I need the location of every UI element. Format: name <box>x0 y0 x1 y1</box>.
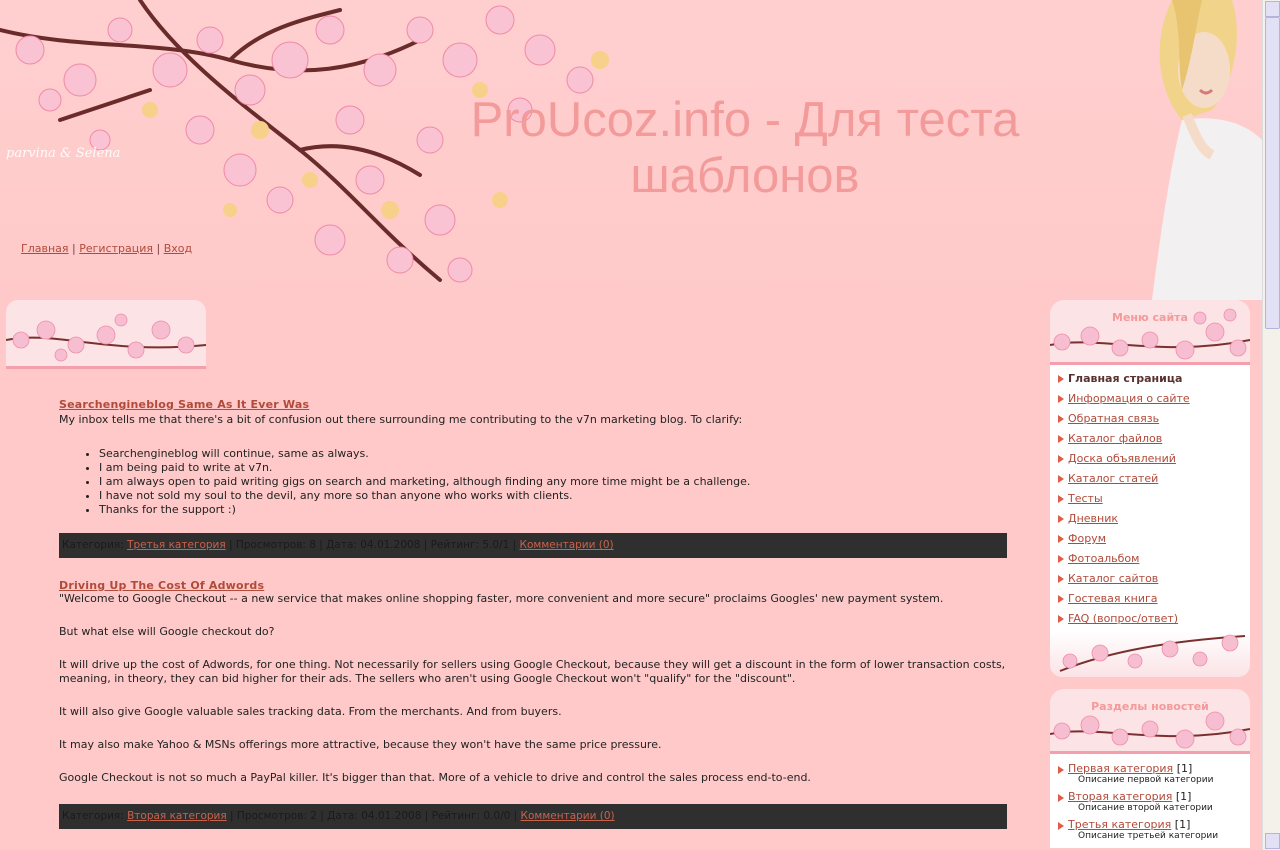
menu-link[interactable]: Каталог сайтов <box>1068 572 1158 585</box>
main-content: Searchengineblog Same As It Ever Was My … <box>59 398 1007 829</box>
blossom-decoration <box>6 313 206 362</box>
nav-separator: | <box>72 242 76 255</box>
news-category-item: Третья категория [1] Описание третьей ка… <box>1054 818 1250 841</box>
menu-link[interactable]: Обратная связь <box>1068 412 1159 425</box>
post-title: Searchengineblog Same As It Ever Was <box>59 398 1007 411</box>
category-label: Категория: <box>62 810 124 822</box>
nav-login-link[interactable]: Вход <box>164 242 192 255</box>
menu-item-guestbook: Гостевая книга <box>1054 589 1250 609</box>
site-title: ProUcoz.info - Для теста шаблонов <box>470 93 1020 203</box>
menu-link[interactable]: Каталог статей <box>1068 472 1158 485</box>
menu-link[interactable]: Доска объявлений <box>1068 452 1176 465</box>
menu-item-files: Каталог файлов <box>1054 429 1250 449</box>
scroll-up-arrow-icon[interactable] <box>1265 1 1280 17</box>
content-block-header <box>6 300 206 369</box>
post-title: Driving Up The Cost Of Adwords <box>59 579 1007 592</box>
news-sections-block: Разделы новостей Первая категория [1] Оп… <box>1050 689 1250 848</box>
nav-home-link[interactable]: Главная <box>21 242 69 255</box>
blossom-decoration <box>1050 711 1250 749</box>
site-menu-block: Меню сайта Главная страница Информация о… <box>1050 300 1250 677</box>
post-text: My inbox tells me that there's a bit of … <box>59 413 743 426</box>
menu-link[interactable]: FAQ (вопрос/ответ) <box>1068 612 1178 625</box>
post-body: "Welcome to Google Checkout -- a new ser… <box>59 592 1007 785</box>
menu-item-feedback: Обратная связь <box>1054 409 1250 429</box>
menu-link[interactable]: Гостевая книга <box>1068 592 1158 605</box>
news-category-list: Первая категория [1] Описание первой кат… <box>1050 754 1250 848</box>
post: Driving Up The Cost Of Adwords "Welcome … <box>59 579 1007 829</box>
post-text: "Welcome to Google Checkout -- a new ser… <box>59 592 944 605</box>
post-text: But what else will Google checkout do? <box>59 625 275 638</box>
menu-item-label: Главная страница <box>1068 372 1183 385</box>
news-category-link[interactable]: Вторая категория <box>1068 790 1172 803</box>
news-category-description: Описание второй категории <box>1078 803 1213 813</box>
post: Searchengineblog Same As It Ever Was My … <box>59 398 1007 558</box>
menu-item-articles: Каталог статей <box>1054 469 1250 489</box>
vertical-scrollbar[interactable] <box>1262 0 1280 850</box>
list-item: I am always open to paid writing gigs on… <box>99 475 1007 489</box>
post-text: Google Checkout is not so much a PayPal … <box>59 771 811 784</box>
menu-item-about: Информация о сайте <box>1054 389 1250 409</box>
menu-item-faq: FAQ (вопрос/ответ) <box>1054 609 1250 629</box>
category-link[interactable]: Вторая категория <box>127 810 227 822</box>
menu-list: Главная страница Информация о сайте Обра… <box>1050 365 1250 631</box>
post-stats: | Просмотров: 8 | Дата: 04.01.2008 | Рей… <box>229 539 517 551</box>
comments-link[interactable]: Комментарии (0) <box>521 810 615 822</box>
block-footer <box>1050 631 1250 677</box>
news-sections-title: Разделы новостей <box>1091 700 1209 713</box>
menu-title: Меню сайта <box>1112 311 1188 324</box>
news-category-link[interactable]: Первая категория <box>1068 762 1173 775</box>
post-meta-bar: Категория: Вторая категория | Просмотров… <box>59 804 1007 829</box>
nav-separator: | <box>156 242 161 255</box>
top-navigation: Главная | Регистрация | Вход <box>21 242 192 255</box>
news-category-link[interactable]: Третья категория <box>1068 818 1171 831</box>
menu-item-forum: Форум <box>1054 529 1250 549</box>
news-category-item: Вторая категория [1] Описание второй кат… <box>1054 790 1250 813</box>
menu-link[interactable]: Фотоальбом <box>1068 552 1139 565</box>
list-item: Thanks for the support :) <box>99 503 1007 517</box>
list-item: I am being paid to write at v7n. <box>99 461 1007 475</box>
list-item: I have not sold my soul to the devil, an… <box>99 489 1007 503</box>
post-list: Searchengineblog will continue, same as … <box>59 447 1007 517</box>
menu-link[interactable]: Информация о сайте <box>1068 392 1190 405</box>
scrollbar-thumb[interactable] <box>1265 17 1280 329</box>
scroll-down-arrow-icon[interactable] <box>1265 833 1280 849</box>
blossom-decoration <box>1050 308 1250 360</box>
news-category-description: Описание первой категории <box>1078 775 1214 785</box>
blossom-decoration <box>1059 634 1246 672</box>
menu-link[interactable]: Каталог файлов <box>1068 432 1162 445</box>
menu-item-photo: Фотоальбом <box>1054 549 1250 569</box>
post-stats: | Просмотров: 2 | Дата: 04.01.2008 | Рей… <box>230 810 518 822</box>
site-header: parvina & Selena ProUcoz.info - Для тест… <box>0 0 1262 300</box>
block-header: Меню сайта <box>1050 300 1250 365</box>
list-item: Searchengineblog will continue, same as … <box>99 447 1007 461</box>
nav-register-link[interactable]: Регистрация <box>79 242 153 255</box>
menu-link[interactable]: Дневник <box>1068 512 1118 525</box>
category-link[interactable]: Третья категория <box>127 539 226 551</box>
menu-item-sites: Каталог сайтов <box>1054 569 1250 589</box>
post-text: It will drive up the cost of Adwords, fo… <box>59 658 1006 685</box>
header-signature: parvina & Selena <box>6 146 121 161</box>
category-label: Категория: <box>62 539 124 551</box>
post-meta-bar: Категория: Третья категория | Просмотров… <box>59 533 1007 558</box>
menu-item-home[interactable]: Главная страница <box>1054 369 1250 389</box>
menu-item-diary: Дневник <box>1054 509 1250 529</box>
post-title-link[interactable]: Driving Up The Cost Of Adwords <box>59 579 264 592</box>
post-text: It may also make Yahoo & MSNs offerings … <box>59 738 662 751</box>
block-header: Разделы новостей <box>1050 689 1250 754</box>
menu-item-board: Доска объявлений <box>1054 449 1250 469</box>
news-category-description: Описание третьей категории <box>1078 831 1219 841</box>
news-category-item: Первая категория [1] Описание первой кат… <box>1054 762 1250 785</box>
menu-item-tests: Тесты <box>1054 489 1250 509</box>
comments-link[interactable]: Комментарии (0) <box>520 539 614 551</box>
news-category-count: [1] <box>1175 790 1192 803</box>
post-text: It will also give Google valuable sales … <box>59 705 562 718</box>
news-category-count: [1] <box>1176 762 1193 775</box>
woman-illustration <box>1152 0 1262 300</box>
post-title-link[interactable]: Searchengineblog Same As It Ever Was <box>59 398 309 411</box>
news-category-count: [1] <box>1174 818 1191 831</box>
sidebar: Меню сайта Главная страница Информация о… <box>1050 300 1250 848</box>
menu-link[interactable]: Тесты <box>1068 492 1103 505</box>
menu-link[interactable]: Форум <box>1068 532 1106 545</box>
